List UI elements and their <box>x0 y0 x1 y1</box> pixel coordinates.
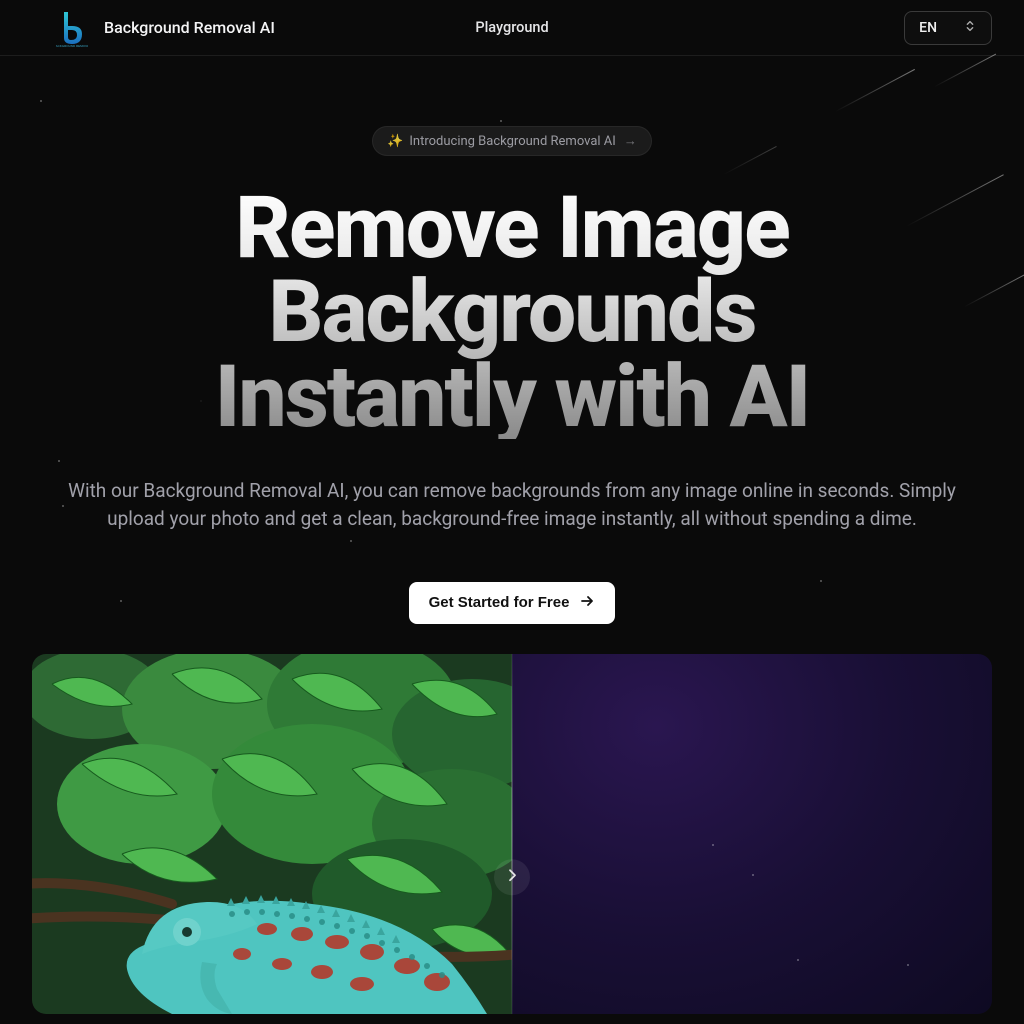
get-started-button[interactable]: Get Started for Free <box>409 582 616 624</box>
compare-before <box>32 654 512 1014</box>
cta-label: Get Started for Free <box>429 594 570 611</box>
arrow-right-icon: → <box>624 133 637 149</box>
brand-name: Background Removal AI <box>104 18 275 37</box>
logo-icon: BACKGROUND REMOVAL <box>56 12 88 44</box>
announcement-pill[interactable]: ✨ Introducing Background Removal AI → <box>372 126 652 156</box>
announcement-text: Introducing Background Removal AI <box>409 134 615 149</box>
compare-slider[interactable] <box>32 654 992 1014</box>
brand[interactable]: BACKGROUND REMOVAL Background Removal AI <box>56 12 275 44</box>
header: BACKGROUND REMOVAL Background Removal AI… <box>0 0 1024 56</box>
nav-playground[interactable]: Playground <box>475 19 548 36</box>
arrow-right-icon <box>579 593 595 613</box>
hero-subtitle: With our Background Removal AI, you can … <box>42 477 982 534</box>
hero-title-line: Instantly with AI <box>215 346 809 447</box>
chevron-right-icon <box>504 867 520 887</box>
compare-handle[interactable] <box>494 859 530 895</box>
sparkle-icon: ✨ <box>387 134 403 149</box>
language-selector[interactable]: EN <box>904 11 992 45</box>
hero-section: ✨ Introducing Background Removal AI → Re… <box>0 56 1024 624</box>
compare-divider-line <box>511 654 513 1014</box>
language-value: EN <box>919 20 937 36</box>
hero-title: Remove Image Backgrounds Instantly with … <box>32 186 992 439</box>
chevron-updown-icon <box>963 19 977 37</box>
svg-text:BACKGROUND REMOVAL: BACKGROUND REMOVAL <box>56 44 88 48</box>
compare-after <box>512 654 992 1014</box>
